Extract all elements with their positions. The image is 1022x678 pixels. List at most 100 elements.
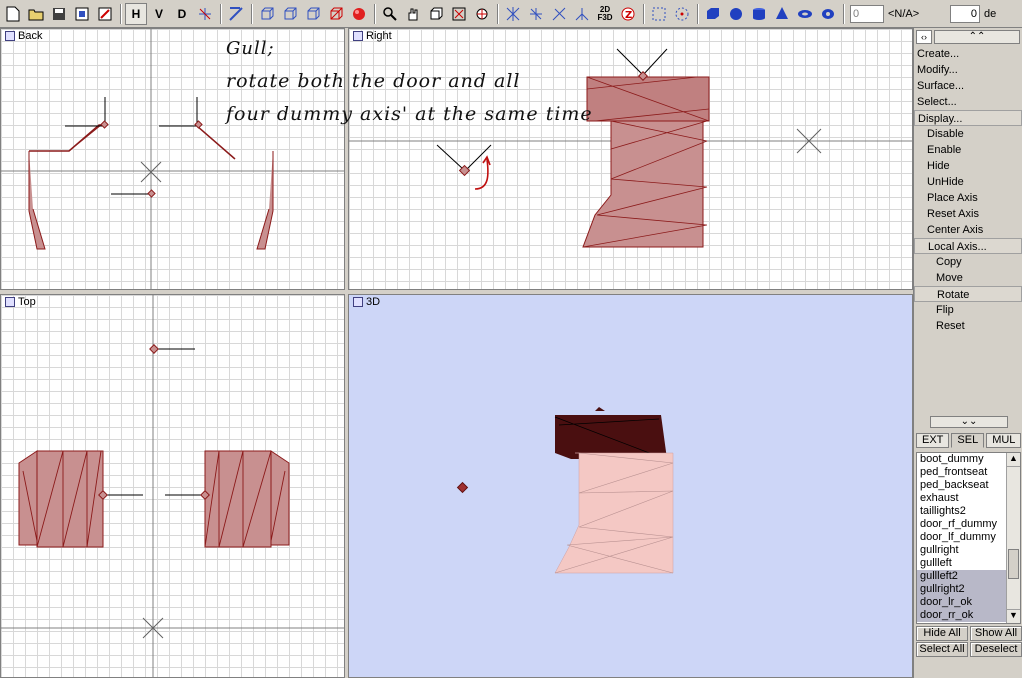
tex-2d-3d-button[interactable]: 2D F3D bbox=[594, 3, 616, 25]
menu-item-flip[interactable]: Flip bbox=[914, 302, 1022, 318]
list-item[interactable]: ped_backseat bbox=[917, 479, 1020, 492]
viewport-label: Right bbox=[353, 30, 392, 42]
list-item[interactable]: gullleft2 bbox=[917, 570, 1020, 583]
tab-ext[interactable]: EXT bbox=[916, 433, 950, 448]
menu-item-modify[interactable]: Modify... bbox=[914, 62, 1022, 78]
box-front-icon[interactable] bbox=[256, 3, 278, 25]
pan-hand-icon[interactable] bbox=[402, 3, 424, 25]
list-item[interactable]: door_lr_ok bbox=[917, 596, 1020, 609]
view-h-button[interactable]: H bbox=[125, 2, 147, 25]
list-item[interactable]: ped_frontseat bbox=[917, 466, 1020, 479]
top-scene bbox=[1, 295, 344, 677]
list-item[interactable]: gullright2 bbox=[917, 583, 1020, 596]
viewport-menu-icon[interactable] bbox=[5, 31, 15, 41]
box-solid-icon[interactable] bbox=[325, 3, 347, 25]
hide-all-button[interactable]: Hide All bbox=[916, 626, 968, 641]
menu-item-unhide[interactable]: UnHide bbox=[914, 174, 1022, 190]
viewport-back[interactable]: Back bbox=[0, 28, 345, 290]
menu-item-display[interactable]: Display... bbox=[914, 110, 1022, 126]
list-item[interactable]: gullright bbox=[917, 544, 1020, 557]
viewport-top[interactable]: Top bbox=[0, 294, 345, 678]
scroll-down-icon[interactable]: ⌄⌄ bbox=[930, 416, 1008, 428]
rotate-tool-icon[interactable] bbox=[548, 3, 570, 25]
toolbar-separator bbox=[643, 3, 645, 24]
export-icon[interactable] bbox=[71, 3, 93, 25]
menu-item-copy[interactable]: Copy bbox=[914, 254, 1022, 270]
menu-item-place-axis[interactable]: Place Axis bbox=[914, 190, 1022, 206]
list-item[interactable]: door_rr_ok bbox=[917, 609, 1020, 622]
menu-item-rotate[interactable]: Rotate bbox=[914, 286, 1022, 302]
create-box-icon[interactable] bbox=[702, 3, 724, 25]
tab-mul[interactable]: MUL bbox=[986, 433, 1022, 448]
list-item[interactable]: exhaust bbox=[917, 492, 1020, 505]
tab-sel[interactable]: SEL bbox=[951, 433, 985, 448]
toolbar-separator bbox=[220, 3, 222, 24]
command-panel: ‹› ⌃⌃ Create... Modify... Surface... Select… bbox=[913, 28, 1022, 678]
new-file-icon[interactable] bbox=[2, 3, 24, 25]
truncated-field: de bbox=[984, 7, 997, 20]
menu-item-disable[interactable]: Disable bbox=[914, 126, 1022, 142]
create-disc-icon[interactable] bbox=[817, 3, 839, 25]
save-icon[interactable] bbox=[48, 3, 70, 25]
create-sphere-icon[interactable] bbox=[725, 3, 747, 25]
list-item[interactable]: boot_dummy bbox=[917, 453, 1020, 466]
axis-tool-icon[interactable] bbox=[225, 3, 247, 25]
list-item[interactable]: door_rf_dummy bbox=[917, 518, 1020, 531]
menu-item-select[interactable]: Select... bbox=[914, 94, 1022, 110]
view-v-button[interactable]: V bbox=[148, 3, 170, 25]
axis-view-icon[interactable] bbox=[194, 3, 216, 25]
zoom-region-icon[interactable] bbox=[448, 3, 470, 25]
import-icon[interactable] bbox=[94, 3, 116, 25]
viewport-menu-icon[interactable] bbox=[353, 31, 363, 41]
scroll-up-icon[interactable]: ⌃⌃ bbox=[934, 30, 1020, 44]
box-top-icon[interactable] bbox=[302, 3, 324, 25]
scroll-up-arrow-icon[interactable]: ▲ bbox=[1007, 453, 1020, 467]
annotation-line-1: Gull; bbox=[226, 38, 275, 59]
rotate-view-icon[interactable] bbox=[425, 3, 447, 25]
menu-item-center-axis[interactable]: Center Axis bbox=[914, 222, 1022, 238]
viewport-right[interactable]: Right bbox=[348, 28, 913, 290]
scale-icon[interactable] bbox=[525, 3, 547, 25]
menu-item-move[interactable]: Move bbox=[914, 270, 1022, 286]
list-item[interactable]: gullleft bbox=[917, 557, 1020, 570]
render-sphere-icon[interactable] bbox=[348, 3, 370, 25]
collapse-toggle-icon[interactable]: ‹› bbox=[916, 30, 932, 44]
menu-item-create[interactable]: Create... bbox=[914, 46, 1022, 62]
create-cone-icon[interactable] bbox=[771, 3, 793, 25]
box-side-icon[interactable] bbox=[279, 3, 301, 25]
zoom-icon[interactable] bbox=[379, 3, 401, 25]
spin-value-2[interactable]: 0 bbox=[950, 4, 980, 23]
list-item[interactable]: taillights2 bbox=[917, 505, 1020, 518]
scroll-down-arrow-icon[interactable]: ▼ bbox=[1007, 609, 1020, 623]
object-list[interactable]: boot_dummy ped_frontseat ped_backseat exhau… bbox=[916, 452, 1021, 624]
list-scrollbar[interactable]: ▲ ▼ bbox=[1006, 453, 1020, 623]
viewport-menu-icon[interactable] bbox=[353, 297, 363, 307]
create-cylinder-icon[interactable] bbox=[748, 3, 770, 25]
object-name-field: <N/A> bbox=[888, 7, 920, 20]
menu-item-local-axis[interactable]: Local Axis... bbox=[914, 238, 1022, 254]
z-sort-icon[interactable]: Z bbox=[617, 3, 639, 25]
spin-value-1[interactable]: 0 bbox=[850, 4, 884, 23]
move-vertex-icon[interactable] bbox=[502, 3, 524, 25]
menu-item-hide[interactable]: Hide bbox=[914, 158, 1022, 174]
svg-text:Z: Z bbox=[625, 10, 632, 21]
select-all-button[interactable]: Select All bbox=[916, 642, 968, 657]
menu-item-reset[interactable]: Reset bbox=[914, 318, 1022, 334]
list-tabs: EXT SEL MUL bbox=[916, 433, 1022, 448]
view-d-button[interactable]: D bbox=[171, 3, 193, 25]
viewport-menu-icon[interactable] bbox=[5, 297, 15, 307]
show-all-button[interactable]: Show All bbox=[970, 626, 1022, 641]
viewport-3d[interactable]: 3D bbox=[348, 294, 913, 678]
list-item[interactable]: door_lf_dummy bbox=[917, 531, 1020, 544]
menu-item-enable[interactable]: Enable bbox=[914, 142, 1022, 158]
zoom-extents-icon[interactable] bbox=[471, 3, 493, 25]
select-circle-icon[interactable] bbox=[671, 3, 693, 25]
create-torus-icon[interactable] bbox=[794, 3, 816, 25]
deselect-button[interactable]: Deselect bbox=[970, 642, 1022, 657]
select-rect-icon[interactable] bbox=[648, 3, 670, 25]
mirror-icon[interactable] bbox=[571, 3, 593, 25]
open-folder-icon[interactable] bbox=[25, 3, 47, 25]
scroll-thumb[interactable] bbox=[1008, 549, 1019, 579]
menu-item-reset-axis[interactable]: Reset Axis bbox=[914, 206, 1022, 222]
menu-item-surface[interactable]: Surface... bbox=[914, 78, 1022, 94]
